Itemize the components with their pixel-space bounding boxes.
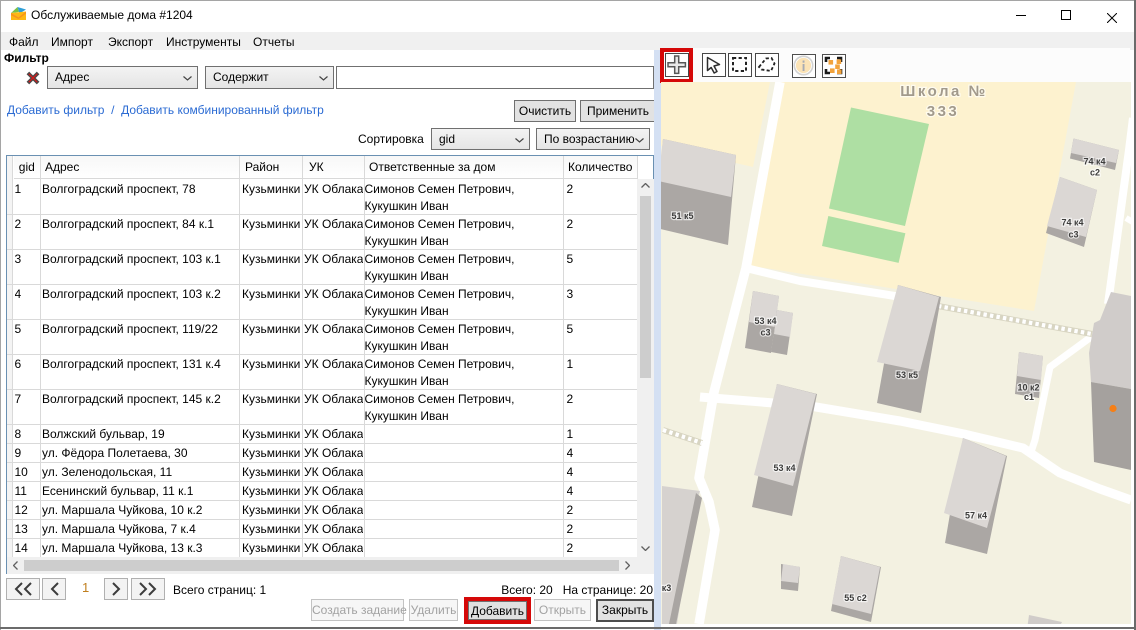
svg-text:к3: к3: [662, 583, 672, 593]
svg-text:55 с2: 55 с2: [844, 593, 867, 603]
svg-text:с2: с2: [1090, 168, 1100, 178]
svg-text:333: 333: [927, 103, 960, 120]
svg-text:с3: с3: [760, 328, 770, 338]
svg-text:10 к2: 10 к2: [1017, 383, 1039, 393]
svg-text:51 к5: 51 к5: [671, 211, 693, 221]
svg-text:74 к4: 74 к4: [1083, 157, 1105, 167]
svg-text:53 к4: 53 к4: [773, 463, 795, 473]
svg-text:57 к4: 57 к4: [965, 511, 987, 521]
svg-text:53 к5: 53 к5: [896, 370, 918, 380]
svg-text:53 к4: 53 к4: [754, 316, 776, 326]
svg-text:74 к4: 74 к4: [1061, 218, 1083, 228]
svg-text:с3: с3: [1068, 230, 1078, 240]
svg-text:Школа №: Школа №: [900, 83, 987, 100]
svg-text:с1: с1: [1024, 392, 1034, 402]
